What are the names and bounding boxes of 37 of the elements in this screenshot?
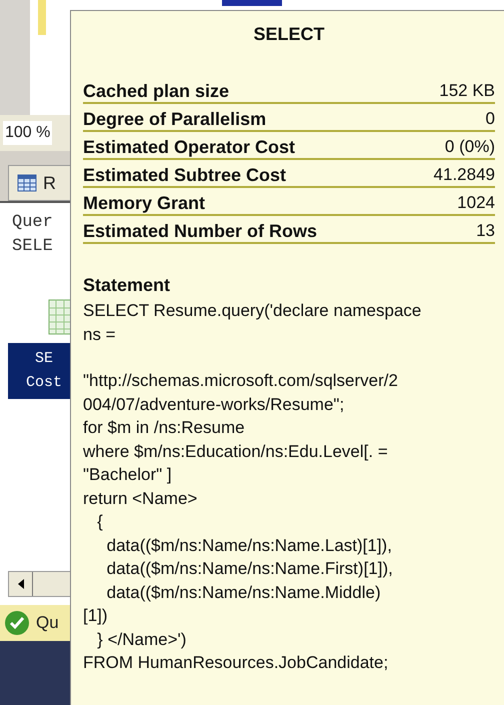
statement-line: where $m/ns:Education/ns:Edu.Level[. = (83, 440, 388, 462)
change-marker (38, 0, 46, 35)
query-text: SELE (12, 236, 53, 258)
property-value: 13 (476, 220, 495, 242)
statement-line: SELECT Resume.query('declare namespace (83, 300, 422, 322)
property-value: 0 (486, 108, 495, 130)
statement-line: FROM HumanResources.JobCandidate; (83, 652, 388, 674)
statement-line: data(($m/ns:Name/ns:Name.Middle) (106, 582, 381, 604)
statement-line: 004/07/adventure-works/Resume"; (83, 394, 344, 416)
statement-line: data(($m/ns:Name/ns:Name.First)[1]), (106, 558, 393, 580)
statement-line: { (96, 511, 103, 533)
grid-icon (17, 174, 37, 192)
property-label: Cached plan size (83, 80, 230, 102)
property-label: Estimated Number of Rows (83, 220, 318, 242)
property-label: Degree of Parallelism (83, 108, 266, 130)
left-arrow-icon (18, 579, 24, 589)
tooltip-title: SELECT (253, 23, 324, 46)
zoom-level[interactable]: 100 % (3, 121, 52, 145)
statement-line: "Bachelor" ] (83, 464, 172, 486)
property-value: 152 KB (439, 80, 495, 102)
property-value: 0 (0%) (444, 136, 495, 158)
statement-line: data(($m/ns:Name/ns:Name.Last)[1]), (106, 534, 392, 556)
statement-line: ns = (83, 324, 116, 346)
table-icon (48, 299, 72, 335)
query-text: Quer (12, 212, 53, 234)
statement-line: [1]) (83, 605, 108, 627)
property-value: 41.2849 (434, 164, 495, 186)
check-icon (4, 610, 30, 636)
status-text: Qu (36, 612, 59, 634)
statement-line: for $m in /ns:Resume (83, 417, 245, 439)
property-label: Estimated Operator Cost (83, 136, 296, 158)
statement-line: } </Name>') (96, 628, 186, 650)
statement-heading: Statement (83, 274, 170, 297)
property-value: 1024 (457, 192, 495, 214)
plan-node-label[interactable]: SE Cost (8, 343, 70, 399)
statement-line: "http://schemas.microsoft.com/sqlserver/2 (83, 370, 398, 392)
statement-line: return <Name> (83, 488, 198, 510)
